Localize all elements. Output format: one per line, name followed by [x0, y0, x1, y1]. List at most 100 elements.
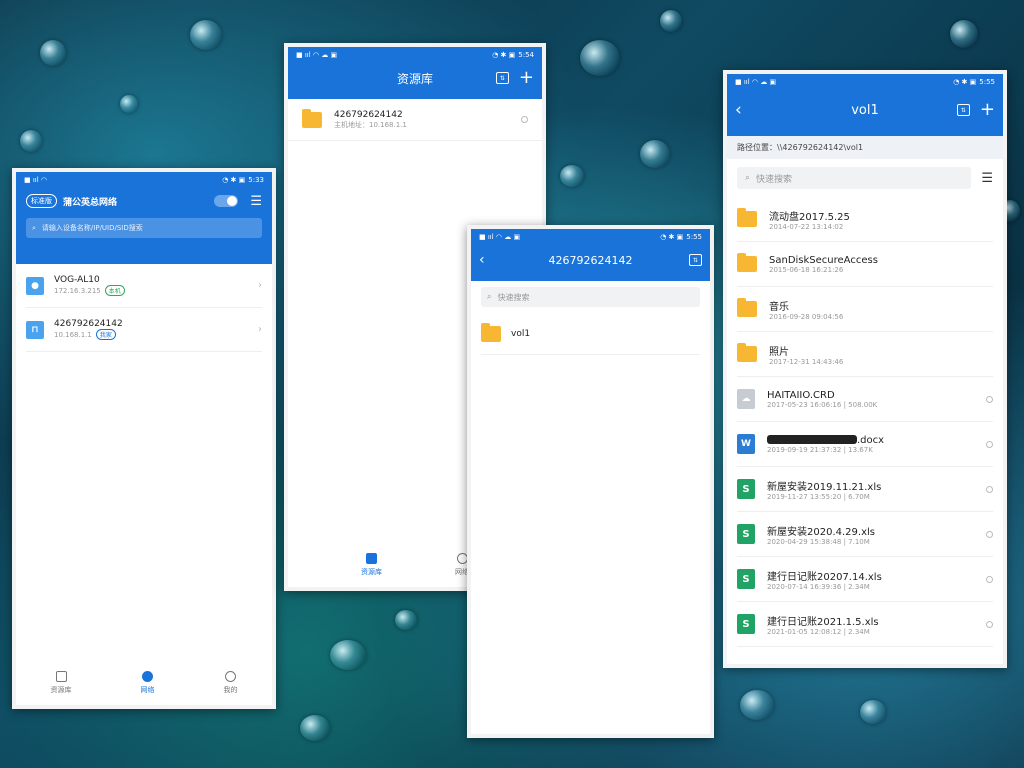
phone-device-screen: ■ ııl ◠ ☁ ▣ ◔ ✱ ▣ 5:55 ‹ 426792624142 ⇅ ⌕…: [467, 225, 714, 738]
search-icon: ⌕: [745, 173, 751, 183]
network-title: 蒲公英总网络: [63, 197, 118, 208]
cloud-file-icon: ☁: [737, 389, 755, 409]
device-row[interactable]: ⊓ 426792624142 10.168.1.1 我家 ›: [26, 308, 262, 352]
device-tag: 本机: [104, 285, 125, 296]
file-list: 流动盘2017.5.25 2014-07-22 13:14:02 SanDiskS…: [727, 197, 1003, 647]
water-drop: [395, 610, 417, 630]
transfer-icon[interactable]: ⇅: [495, 72, 509, 84]
tab-library[interactable]: 资源库: [51, 671, 72, 695]
tab-library[interactable]: 资源库: [361, 553, 382, 577]
file-row[interactable]: ☁ HAITAIIO.CRD 2017-05-23 16:06:16 | 508.…: [737, 377, 993, 422]
device-tag: 我家: [95, 329, 116, 340]
add-icon[interactable]: +: [980, 101, 995, 119]
folder-icon: [737, 253, 757, 272]
transfer-icon[interactable]: ⇅: [689, 254, 702, 266]
grid-icon: [55, 671, 67, 682]
network-icon: [142, 671, 153, 682]
path-bar: 路径位置：\\426792624142\vol1: [727, 136, 1003, 159]
water-drop: [40, 40, 66, 66]
status-bar: ■ ııl ◠ ☁ ▣ ◔ ✱ ▣ 5:54: [296, 51, 534, 59]
network-toggle[interactable]: [214, 195, 239, 207]
status-bar: ■ ııl ◠ ◔ ✱ ▣ 5:33: [24, 176, 264, 184]
water-drop: [20, 130, 42, 152]
search-row: ⌕ 快速搜索 ☰: [727, 159, 1003, 197]
water-drop: [190, 20, 222, 50]
search-icon: ⌕: [32, 223, 36, 232]
folder-icon: [737, 343, 757, 362]
water-drop: [660, 10, 682, 32]
router-icon: ⊓: [26, 320, 44, 339]
back-icon[interactable]: ‹: [479, 252, 485, 268]
folder-icon: [481, 322, 501, 342]
device-search-input[interactable]: ⌕ 请输入设备名称/IP/UID/SID搜索: [26, 218, 262, 238]
file-row[interactable]: 照片 2017-12-31 14:43:46: [737, 332, 993, 377]
water-drop: [640, 140, 670, 168]
word-file-icon: W: [737, 434, 755, 454]
device-list: ● VOG-AL10 172.16.3.215 本机 › ⊓ 426792624…: [16, 264, 272, 352]
water-drop: [330, 640, 366, 670]
network-icon: [456, 553, 468, 564]
device-header: ■ ııl ◠ ☁ ▣ ◔ ✱ ▣ 5:55 ‹ 426792624142 ⇅: [471, 229, 710, 281]
library-item[interactable]: 426792624142 主机地址：10.168.1.1: [288, 99, 542, 141]
select-radio[interactable]: [986, 440, 993, 448]
add-icon[interactable]: +: [519, 69, 534, 87]
bottom-tab-bar: 资源库 网络 我的: [16, 665, 272, 705]
water-drop: [860, 700, 886, 724]
water-drop: [560, 165, 584, 187]
excel-file-icon: S: [737, 479, 755, 499]
file-row[interactable]: S 建行日记账20207.14.xls 2020-07-14 16:39:36 |…: [737, 557, 993, 602]
folder-icon: [302, 108, 322, 128]
library-title-bar: 资源库 ⇅ +: [288, 63, 542, 93]
user-device-icon: ●: [26, 276, 44, 295]
phone-network-screen: ■ ııl ◠ ◔ ✱ ▣ 5:33 标准版 蒲公英总网络 ☰ ⌕ 请输入设备名称…: [12, 168, 276, 709]
chevron-right-icon: ›: [258, 280, 262, 291]
excel-file-icon: S: [737, 524, 755, 544]
quick-search-input[interactable]: ⌕ 快速搜索: [737, 167, 972, 189]
excel-file-icon: S: [737, 569, 755, 589]
folder-row[interactable]: vol1: [481, 313, 700, 355]
device-title-bar: ‹ 426792624142 ⇅: [471, 245, 710, 275]
status-bar: ■ ııl ◠ ☁ ▣ ◔ ✱ ▣ 5:55: [735, 78, 995, 86]
select-radio[interactable]: [986, 530, 993, 538]
chevron-right-icon: ›: [258, 324, 262, 335]
page-title: 资源库: [396, 71, 433, 86]
folder-icon: [737, 208, 757, 227]
tab-mine[interactable]: 我的: [224, 671, 238, 695]
network-header: ■ ııl ◠ ◔ ✱ ▣ 5:33 标准版 蒲公英总网络 ☰ ⌕ 请输入设备名称…: [16, 172, 272, 264]
library-header: ■ ııl ◠ ☁ ▣ ◔ ✱ ▣ 5:54 资源库 ⇅ +: [288, 47, 542, 99]
file-row[interactable]: S 新屋安装2020.4.29.xls 2020-04-29 15:38:48 |…: [737, 512, 993, 557]
back-icon[interactable]: ‹: [735, 100, 742, 120]
device-row[interactable]: ● VOG-AL10 172.16.3.215 本机 ›: [26, 264, 262, 308]
water-drop: [300, 715, 330, 741]
file-row[interactable]: S 新屋安装2019.11.21.xls 2019-11-27 13:55:20 …: [737, 467, 993, 512]
water-drop: [120, 95, 138, 113]
menu-icon[interactable]: ☰: [250, 194, 262, 209]
water-drop: [740, 690, 774, 720]
vol1-header: ■ ııl ◠ ☁ ▣ ◔ ✱ ▣ 5:55 ‹ vol1 ⇅ +: [727, 74, 1003, 136]
select-radio[interactable]: [986, 575, 993, 583]
page-title: 426792624142: [548, 253, 633, 267]
file-row[interactable]: 音乐 2016-09-28 09:04:56: [737, 287, 993, 332]
select-radio[interactable]: [986, 395, 993, 403]
water-drop: [950, 20, 978, 48]
select-radio[interactable]: [986, 620, 993, 628]
profile-icon: [225, 671, 236, 682]
vol1-title-bar: ‹ vol1 ⇅ +: [727, 90, 1003, 130]
status-bar: ■ ııl ◠ ☁ ▣ ◔ ✱ ▣ 5:55: [479, 233, 702, 241]
select-radio[interactable]: [986, 485, 993, 493]
file-row[interactable]: S 建行日记账2021.1.5.xls 2021-01-05 12:08:12 |…: [737, 602, 993, 647]
sort-icon[interactable]: ☰: [981, 171, 993, 186]
excel-file-icon: S: [737, 614, 755, 634]
search-icon: ⌕: [487, 292, 492, 301]
select-radio[interactable]: [521, 116, 528, 123]
file-row[interactable]: W .docx 2019-09-19 21:37:32 | 13.67K: [737, 422, 993, 467]
folder-icon: [737, 298, 757, 317]
edition-badge: 标准版: [26, 194, 57, 208]
file-row[interactable]: 流动盘2017.5.25 2014-07-22 13:14:02: [737, 197, 993, 242]
transfer-icon[interactable]: ⇅: [956, 104, 970, 116]
grid-icon: [366, 553, 377, 564]
phone-vol1-screen: ■ ııl ◠ ☁ ▣ ◔ ✱ ▣ 5:55 ‹ vol1 ⇅ + 路径位置：\\…: [723, 70, 1007, 668]
tab-network[interactable]: 网络: [141, 671, 155, 695]
file-row[interactable]: SanDiskSecureAccess 2015-06-18 16:21:26: [737, 242, 993, 287]
quick-search-input[interactable]: ⌕ 快速搜索: [481, 287, 700, 307]
